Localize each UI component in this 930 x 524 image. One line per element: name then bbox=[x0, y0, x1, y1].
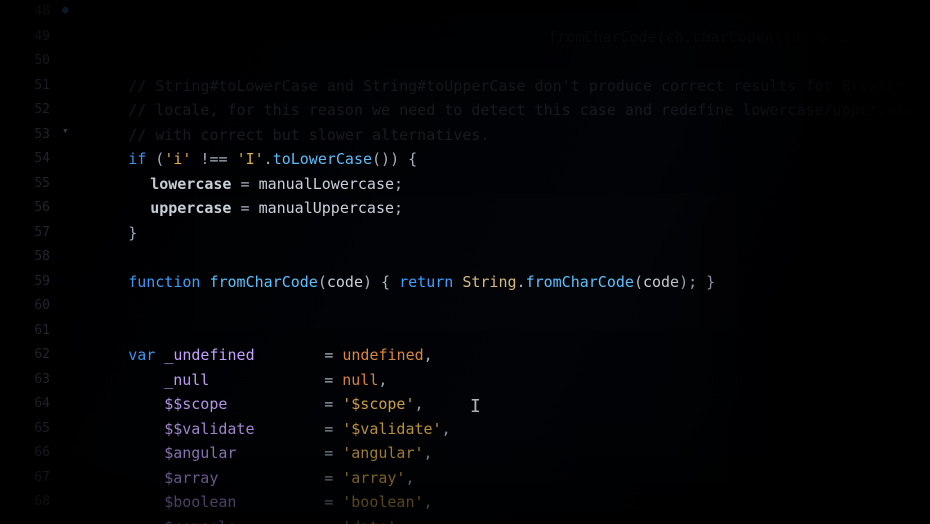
fold-chevron-icon[interactable]: ▾ bbox=[62, 124, 72, 137]
code-line[interactable]: // with correct but slower alternatives. bbox=[74, 98, 930, 123]
line-number: 60 bbox=[0, 294, 50, 319]
line-number: 52 bbox=[0, 98, 50, 123]
line-number: 57 bbox=[0, 221, 50, 246]
line-number: 59 bbox=[0, 270, 50, 295]
line-number: 49 bbox=[0, 25, 50, 50]
gutter: 48 49 50 51 52 53 54 55 56 57 58 59 60 6… bbox=[0, 0, 60, 524]
line-number: 56 bbox=[0, 196, 50, 221]
code-line[interactable] bbox=[74, 221, 930, 246]
code-line[interactable]: fromCharCode(ch.charCodeAt(0) & … bbox=[74, 0, 930, 25]
line-number: 53 bbox=[0, 123, 50, 148]
code-line[interactable] bbox=[74, 294, 930, 319]
line-number: 55 bbox=[0, 172, 50, 197]
line-number: 51 bbox=[0, 74, 50, 99]
code-area[interactable]: fromCharCode(ch.charCodeAt(0) & … // Str… bbox=[74, 0, 930, 515]
line-number: 58 bbox=[0, 245, 50, 270]
text-cursor-icon: I bbox=[470, 396, 472, 416]
line-number: 64 bbox=[0, 392, 50, 417]
bookmark-icon[interactable]: ● bbox=[62, 3, 69, 16]
line-number: 48 bbox=[0, 0, 50, 25]
line-number: 54 bbox=[0, 147, 50, 172]
keyword-var: var bbox=[128, 346, 155, 364]
line-number: 63 bbox=[0, 368, 50, 393]
code-line[interactable]: // locale, for this reason we need to de… bbox=[74, 74, 930, 99]
keyword-function: function bbox=[128, 273, 200, 291]
line-number: 68 bbox=[0, 490, 50, 515]
line-number: 62 bbox=[0, 343, 50, 368]
keyword-if: if bbox=[128, 150, 146, 168]
line-number: 66 bbox=[0, 441, 50, 466]
code-line[interactable]: var _undefined= undefined, bbox=[74, 319, 930, 344]
code-editor[interactable]: 48 49 50 51 52 53 54 55 56 57 58 59 60 6… bbox=[0, 0, 930, 524]
line-number: 65 bbox=[0, 417, 50, 442]
line-number: 50 bbox=[0, 49, 50, 74]
line-number: 67 bbox=[0, 466, 50, 491]
code-line[interactable]: // String#toLowerCase and String#toUpper… bbox=[74, 49, 930, 74]
code-line[interactable]: function fromCharCode(code) { return Str… bbox=[74, 245, 930, 270]
line-number: 61 bbox=[0, 319, 50, 344]
code-fragment: fromCharCode(ch.charCodeAt(0) & … bbox=[548, 28, 846, 46]
